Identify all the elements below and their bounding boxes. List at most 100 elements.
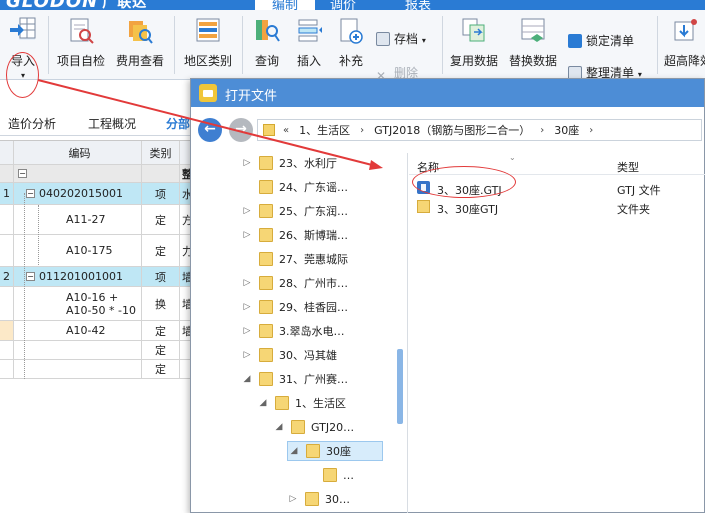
address-bar[interactable]: « 1、生活区 › GTJ2018（钢筋与图形二合一） › 30座 › bbox=[257, 119, 702, 141]
tree-item[interactable]: ▷ 30… bbox=[287, 489, 350, 509]
insert-icon bbox=[295, 16, 323, 46]
table-row[interactable]: A10-175 定 力 bbox=[0, 235, 192, 267]
fee-view-button[interactable]: 费用查看 bbox=[114, 16, 166, 69]
expand-icon[interactable]: ▷ bbox=[241, 158, 253, 168]
expand-icon[interactable]: ▷ bbox=[287, 494, 299, 504]
replace-data-button[interactable]: 替换数据 bbox=[508, 16, 558, 69]
save-archive-button[interactable]: 存档 ▾ bbox=[376, 30, 426, 47]
expand-icon[interactable]: ▷ bbox=[241, 206, 253, 216]
replace-data-icon bbox=[519, 16, 547, 46]
tree-item[interactable]: 24、广东谣… bbox=[241, 177, 348, 197]
folder-icon bbox=[275, 396, 289, 410]
supplement-button[interactable]: 补充 bbox=[334, 16, 368, 69]
tree-scrollbar[interactable] bbox=[397, 349, 403, 424]
tab-edit[interactable]: 编制 bbox=[255, 0, 315, 10]
chevron-right-icon[interactable]: › bbox=[360, 125, 364, 136]
dialog-titlebar: 打开文件 bbox=[191, 79, 704, 107]
collapse-icon[interactable]: ◢ bbox=[241, 374, 253, 384]
tree-item[interactable]: ▷ 28、广州市… bbox=[241, 273, 348, 293]
tree-item[interactable]: … bbox=[305, 465, 354, 485]
archive-icon bbox=[376, 32, 390, 46]
tab-cost-analysis[interactable]: 造价分析 bbox=[8, 115, 56, 132]
import-icon bbox=[9, 16, 37, 46]
collapse-icon[interactable]: − bbox=[18, 169, 27, 178]
collapse-icon[interactable]: ◢ bbox=[273, 422, 285, 432]
tree-item[interactable]: ◢ 31、广州赛… bbox=[241, 369, 348, 389]
annotation-circle bbox=[6, 52, 39, 98]
tree-item[interactable]: ▷ 30、冯其雄 bbox=[241, 345, 337, 365]
folder-icon bbox=[259, 252, 273, 266]
expand-icon[interactable]: ▷ bbox=[241, 302, 253, 312]
grid-header: 编码 类别 bbox=[0, 141, 192, 165]
project-check-button[interactable]: 项目自检 bbox=[56, 16, 106, 69]
collapse-icon[interactable]: − bbox=[26, 189, 35, 198]
collapse-icon[interactable]: − bbox=[26, 272, 35, 281]
expand-icon[interactable]: ▷ bbox=[241, 278, 253, 288]
tree-item[interactable]: ▷ 3.翠岛水电… bbox=[241, 321, 345, 341]
breadcrumb-item[interactable]: 1、生活区 bbox=[299, 122, 350, 138]
folder-icon bbox=[259, 228, 273, 242]
arrow-left-icon: ← bbox=[204, 121, 216, 137]
table-row[interactable]: A11-27 定 方 bbox=[0, 205, 192, 235]
table-row[interactable]: 1 −040202015001 项 水 bbox=[0, 183, 192, 205]
back-button[interactable]: ← bbox=[198, 118, 222, 142]
col-type-header: 类别 bbox=[142, 141, 180, 164]
insert-button[interactable]: 插入 bbox=[292, 16, 326, 69]
file-row-folder[interactable]: 3、30座GTJ 文件夹 bbox=[409, 198, 705, 216]
folder-icon bbox=[263, 124, 275, 136]
folder-icon bbox=[305, 492, 319, 506]
supplement-icon bbox=[337, 16, 365, 46]
breadcrumb-item[interactable]: 30座 bbox=[554, 122, 579, 138]
query-button[interactable]: 查询 bbox=[250, 16, 284, 69]
table-row[interactable]: A10-16 + A10-50 * -10 换 墙 bbox=[0, 287, 192, 321]
lock-list-button[interactable]: 锁定清单 bbox=[568, 32, 634, 49]
app-logo: GLODON广联达 bbox=[6, 0, 148, 10]
table-row[interactable]: 2 −011201001001 项 墙 bbox=[0, 267, 192, 287]
tree-item[interactable]: ▷ 25、广东润… bbox=[241, 201, 348, 221]
open-file-icon bbox=[199, 84, 217, 102]
dialog-title: 打开文件 bbox=[225, 89, 278, 104]
folder-icon bbox=[259, 276, 273, 290]
chevron-right-icon[interactable]: › bbox=[589, 125, 593, 136]
breadcrumb-overflow-icon[interactable]: « bbox=[283, 125, 289, 136]
folder-icon bbox=[259, 204, 273, 218]
tab-adjust-price[interactable]: 调价 bbox=[330, 0, 356, 10]
expand-icon[interactable]: ▷ bbox=[241, 350, 253, 360]
tree-item-selected[interactable]: ◢ 30座 bbox=[287, 441, 383, 461]
table-row[interactable]: A10-42 定 墙 bbox=[0, 321, 192, 341]
lock-icon bbox=[568, 34, 582, 48]
column-type-header[interactable]: 类型 bbox=[617, 159, 639, 175]
fee-view-icon bbox=[126, 16, 154, 46]
col-code-header: 编码 bbox=[14, 141, 142, 164]
folder-icon bbox=[259, 372, 273, 386]
expand-icon[interactable]: ▷ bbox=[241, 326, 253, 336]
tree-item[interactable]: ▷ 23、水利厅 bbox=[241, 153, 337, 173]
collapse-icon[interactable]: ◢ bbox=[288, 446, 300, 456]
query-icon bbox=[253, 16, 281, 46]
forward-button[interactable]: → bbox=[229, 118, 253, 142]
tree-item[interactable]: ▷ 29、桂香园… bbox=[241, 297, 348, 317]
app-titlebar: GLODON广联达 编制 调价 报表 bbox=[0, 0, 705, 10]
project-check-icon bbox=[67, 16, 95, 46]
expand-icon[interactable]: ▷ bbox=[241, 230, 253, 240]
tab-reports[interactable]: 报表 bbox=[405, 0, 431, 10]
table-row[interactable]: 定 bbox=[0, 360, 192, 379]
tree-item[interactable]: ◢ GTJ20… bbox=[273, 417, 354, 437]
region-type-button[interactable]: 地区类别 bbox=[182, 16, 234, 69]
reuse-data-icon bbox=[460, 16, 488, 46]
breadcrumb-item[interactable]: GTJ2018（钢筋与图形二合一） bbox=[374, 122, 530, 138]
folder-icon bbox=[306, 444, 320, 458]
folder-icon bbox=[259, 348, 273, 362]
chevron-right-icon[interactable]: › bbox=[540, 125, 544, 136]
annotation-circle bbox=[412, 166, 516, 198]
tab-sub-part[interactable]: 分部 bbox=[166, 115, 190, 132]
tab-project-overview[interactable]: 工程概况 bbox=[88, 115, 136, 132]
collapse-icon[interactable]: ◢ bbox=[257, 398, 269, 408]
reuse-data-button[interactable]: 复用数据 bbox=[450, 16, 498, 69]
table-row[interactable]: − 整 bbox=[0, 165, 192, 183]
table-row[interactable]: 定 bbox=[0, 341, 192, 360]
tree-item[interactable]: ▷ 26、斯博瑞… bbox=[241, 225, 348, 245]
super-reduce-button[interactable]: 超高降效 bbox=[664, 16, 705, 69]
tree-item[interactable]: ◢ 1、生活区 bbox=[257, 393, 346, 413]
tree-item[interactable]: 27、莞惠城际 bbox=[241, 249, 348, 269]
